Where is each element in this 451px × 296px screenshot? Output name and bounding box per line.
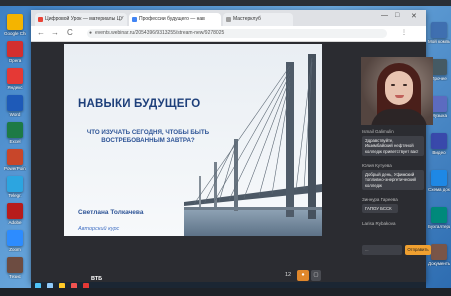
presenter-face	[385, 71, 413, 105]
desktop-icon-label: Google Chrome	[4, 31, 26, 36]
reload-icon[interactable]: C	[67, 28, 73, 37]
desktop-icon[interactable]: Документы	[428, 244, 450, 266]
app-icon	[431, 244, 447, 260]
slide-author: Светлана Толкачева	[78, 209, 144, 216]
desktop-icon[interactable]: Яндекс	[4, 68, 26, 90]
desktop-icon[interactable]: Схема документ	[428, 170, 450, 192]
desktop-icon-label: Telegr.	[8, 193, 22, 198]
chat-author: Ismail Galimulin	[362, 129, 394, 134]
app-icon	[431, 22, 447, 38]
app-icon	[7, 230, 23, 246]
desktop-icon-label: Adobe	[8, 220, 22, 225]
app-icon	[7, 14, 23, 30]
app-icon	[431, 133, 447, 149]
chat-author: Larisa Rybakova	[362, 221, 396, 226]
slide-title: НАВЫКИ БУДУЩЕГО	[78, 98, 201, 110]
slide-course: Авторский курс	[78, 226, 120, 232]
app-icon	[7, 68, 23, 84]
menu-icon[interactable]: ⋮	[401, 29, 407, 36]
desktop-icon-label: Мой компьютер	[428, 39, 450, 44]
chat-author: Юлия Кутуева	[362, 163, 392, 168]
desktop-icon-label: PowerPoint	[4, 166, 26, 171]
desktop-icon-label: Яндекс	[7, 85, 23, 90]
desktop-icon-label: Бухгалтерия	[428, 224, 450, 229]
fullscreen-icon[interactable]: ▢	[311, 270, 321, 281]
desktop-icon-label: Opera	[8, 58, 22, 63]
address-bar[interactable]: ● events.webinar.ru/2054396/9313255/stre…	[87, 29, 387, 38]
app-icon	[7, 41, 23, 57]
desktop-icon-label: Видео	[432, 150, 446, 155]
chat-message: Здравствуйте, Ишимбайский нефтяной колле…	[362, 136, 424, 156]
desktop-icon[interactable]: Бухгалтерия	[428, 207, 450, 229]
app-icon	[7, 176, 23, 192]
desktop-icon-label: Схема документ	[428, 187, 450, 192]
close-icon[interactable]: ✕	[411, 12, 417, 20]
chat-message: Добрый день, Уфимский топливно-энергетич…	[362, 170, 424, 190]
desktop-icon-label: Zoom	[9, 247, 21, 252]
next-slide-icon[interactable]: ●	[297, 270, 309, 281]
forward-icon[interactable]: →	[51, 28, 59, 37]
app-icon	[431, 207, 447, 223]
tab-masterclub[interactable]: Мастерклуб	[223, 13, 293, 26]
chat-send-button[interactable]: Отправить	[405, 245, 431, 255]
chat-message: ГАПОУ БССК	[362, 204, 398, 214]
app-icon	[7, 122, 23, 138]
chat-input[interactable]: ...	[362, 245, 402, 255]
tab-favicon	[132, 17, 137, 22]
app-icon	[431, 170, 447, 186]
maximize-icon[interactable]: □	[395, 12, 399, 19]
browser-toolbar: ← → C ● events.webinar.ru/2054396/931325…	[31, 26, 426, 42]
chat-author: Зиннура Гареева	[362, 197, 398, 202]
desktop-icon[interactable]: Google Chrome	[4, 14, 26, 36]
monitor-bezel-bottom	[0, 288, 451, 296]
tab-favicon	[38, 17, 43, 22]
app-icon	[7, 203, 23, 219]
minimize-icon[interactable]: —	[381, 12, 388, 19]
lock-icon: ●	[89, 30, 93, 36]
desktop-icon[interactable]: Excel	[4, 122, 26, 144]
tab-label: Профессии будущего — нав	[139, 16, 205, 22]
desktop-icon[interactable]: Word	[4, 95, 26, 117]
app-icon	[7, 149, 23, 165]
desktop-icon[interactable]: PowerPoint	[4, 149, 26, 171]
page-number: 12	[284, 272, 292, 278]
desktop-icon[interactable]: Тезис	[4, 257, 26, 279]
desktop-icon[interactable]: Opera	[4, 41, 26, 63]
app-icon	[431, 59, 447, 75]
app-icon	[7, 257, 23, 273]
tab-label: Мастерклуб	[233, 16, 261, 22]
app-icon	[431, 96, 447, 112]
tab-favicon	[226, 17, 231, 22]
tab-label: Цифровой Урок — материалы ЦУ	[45, 16, 124, 22]
app-icon	[7, 95, 23, 111]
presentation-slide: НАВЫКИ БУДУЩЕГО ЧТО ИЗУЧАТЬ СЕГОДНЯ, ЧТО…	[64, 44, 322, 236]
url-text: events.webinar.ru/2054396/9313255/stream…	[95, 30, 225, 36]
browser-window: Цифровой Урок — материалы ЦУ Профессии б…	[31, 10, 433, 282]
desktop-icon-label: Word	[9, 112, 21, 117]
tab-strip: Цифровой Урок — материалы ЦУ Профессии б…	[31, 10, 426, 26]
tab-professions[interactable]: Профессии будущего — нав	[129, 13, 221, 26]
desktop-icon-label: Документы	[428, 261, 450, 266]
presenter-video	[361, 57, 433, 125]
desktop-icon[interactable]: Zoom	[4, 230, 26, 252]
desktop-icon-label: Excel	[9, 139, 21, 144]
desktop-icon[interactable]: Adobe	[4, 203, 26, 225]
desktop-icon[interactable]: Мой компьютер	[428, 22, 450, 44]
slide-subtitle: ЧТО ИЗУЧАТЬ СЕГОДНЯ, ЧТОБЫ БЫТЬ ВОСТРЕБО…	[86, 129, 210, 144]
tab-digital-lesson[interactable]: Цифровой Урок — материалы ЦУ	[35, 13, 127, 26]
presenter-eye	[391, 84, 395, 86]
back-icon[interactable]: ←	[37, 28, 45, 37]
monitor-bezel-top	[0, 0, 451, 6]
desktop-icon-label: Тезис	[9, 274, 21, 279]
presenter-eye	[403, 84, 407, 86]
desktop-icon[interactable]: Telegr.	[4, 176, 26, 198]
desktop-icon[interactable]: Видео	[428, 133, 450, 155]
